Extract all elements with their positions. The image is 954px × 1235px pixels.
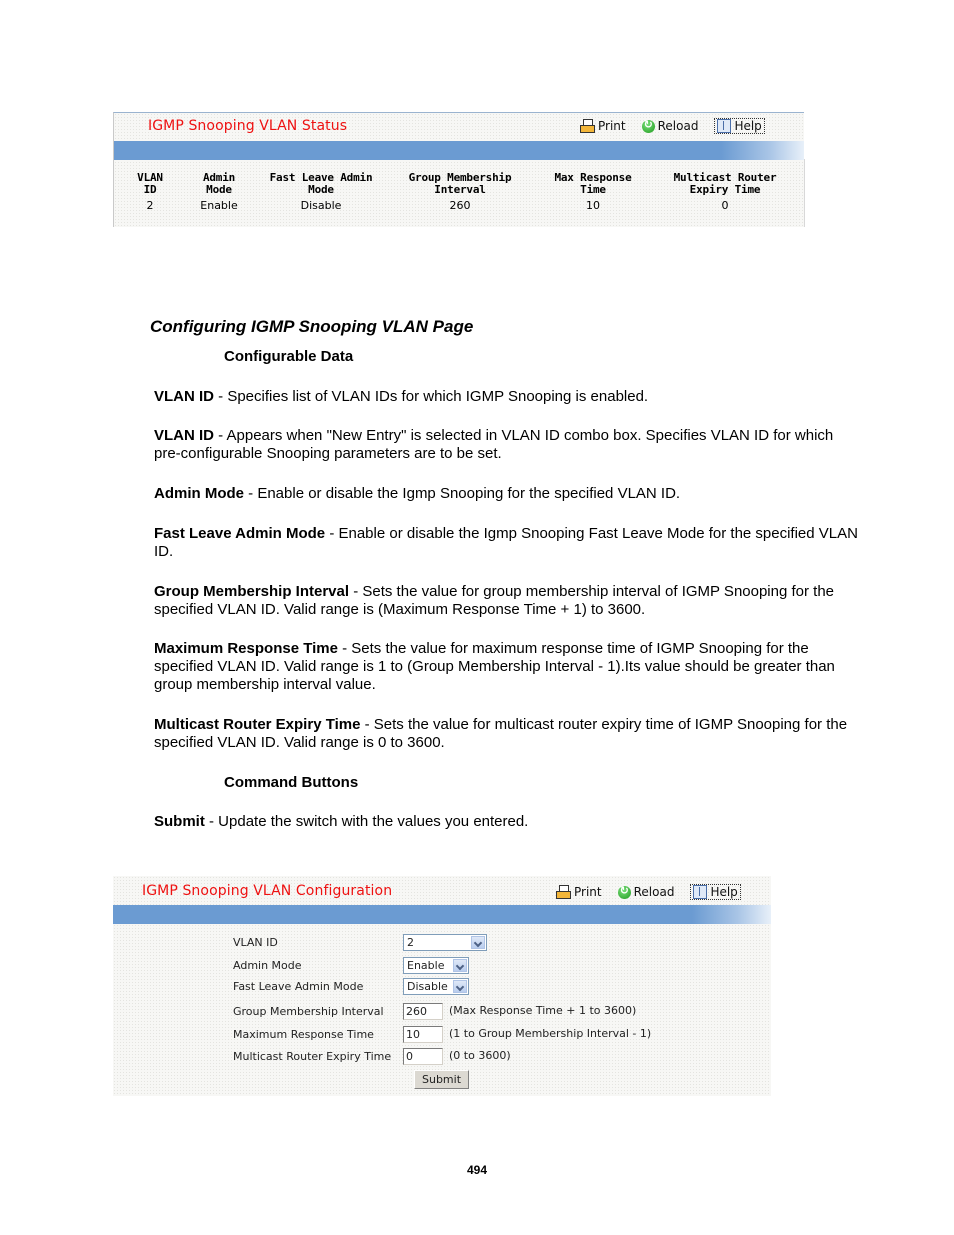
reload-label: Reload	[657, 119, 699, 133]
status-toolbar: Print Reload Help	[580, 118, 765, 134]
vlan-id-value: 2	[407, 936, 414, 949]
admin-mode-label: Admin Mode	[233, 959, 302, 972]
admin-mode-select[interactable]: Enable	[403, 957, 469, 974]
group-membership-label: Group Membership Interval	[233, 1005, 384, 1018]
max-response-control: 10 (1 to Group Membership Interval - 1)	[403, 1026, 651, 1043]
header-bar	[113, 905, 771, 924]
group-membership-hint: (Max Response Time + 1 to 3600)	[449, 1004, 637, 1017]
column-header: Group Membership Interval	[408, 171, 512, 196]
router-expiry-hint: (0 to 3600)	[449, 1049, 511, 1062]
max-response-input[interactable]: 10	[403, 1026, 443, 1043]
print-label: Print	[574, 885, 602, 899]
paragraph-admin-mode: Admin Mode - Enable or disable the Igmp …	[154, 485, 681, 502]
chevron-down-icon[interactable]	[453, 980, 467, 993]
max-response-label: Maximum Response Time	[233, 1028, 374, 1041]
help-book-icon	[693, 885, 708, 899]
status-column-vlan-id: VLAN ID 2	[120, 171, 180, 213]
page-number: 494	[466, 1163, 488, 1177]
help-button[interactable]: Help	[714, 118, 765, 134]
fast-leave-select[interactable]: Disable	[403, 978, 469, 995]
submit-button[interactable]: Submit	[414, 1070, 469, 1089]
panel-edge	[804, 159, 805, 227]
help-label: Help	[710, 885, 738, 899]
command-buttons-heading: Command Buttons	[224, 774, 359, 791]
status-column-admin-mode: Admin Mode Enable	[184, 171, 254, 213]
section-heading: Configuring IGMP Snooping VLAN Page	[150, 317, 474, 336]
vlan-id-row: VLAN ID 2	[233, 934, 487, 951]
admin-mode-row: Admin Mode Enable	[233, 957, 469, 974]
reload-icon	[641, 118, 655, 133]
print-button[interactable]: Print	[580, 119, 626, 133]
paragraph-group-membership: Group Membership Interval - Sets the val…	[154, 583, 835, 618]
config-toolbar: Print Reload Help	[556, 884, 741, 900]
column-header: Max Response Time	[554, 171, 632, 196]
chevron-down-icon[interactable]	[471, 936, 485, 949]
router-expiry-label: Multicast Router Expiry Time	[233, 1050, 392, 1063]
paragraph-router-expiry: Multicast Router Expiry Time - Sets the …	[154, 716, 848, 751]
printer-icon	[556, 885, 571, 899]
cell-value: Enable	[200, 199, 238, 212]
vlan-id-select[interactable]: 2	[403, 934, 487, 951]
column-header: VLAN ID	[137, 171, 163, 196]
reload-label: Reload	[633, 885, 675, 899]
status-column-max-response: Max Response Time 10	[538, 171, 648, 213]
group-membership-input[interactable]: 260	[403, 1003, 443, 1020]
header-bar	[114, 141, 804, 160]
configurable-data-heading: Configurable Data	[224, 348, 354, 365]
group-membership-control: 260 (Max Response Time + 1 to 3600)	[403, 1003, 636, 1020]
reload-icon	[617, 884, 631, 899]
status-column-fast-leave: Fast Leave Admin Mode Disable	[256, 171, 386, 213]
column-header: Fast Leave Admin Mode	[269, 171, 373, 196]
vlan-id-label: VLAN ID	[233, 936, 278, 949]
printer-icon	[580, 119, 595, 133]
fast-leave-label: Fast Leave Admin Mode	[233, 980, 364, 993]
cell-value: 260	[449, 199, 471, 212]
chevron-down-icon[interactable]	[453, 959, 467, 972]
reload-button[interactable]: Reload	[617, 884, 675, 899]
paragraph-vlan-id: VLAN ID - Specifies list of VLAN IDs for…	[154, 388, 649, 405]
cell-value: 0	[721, 199, 729, 212]
status-column-group-membership: Group Membership Interval 260	[394, 171, 526, 213]
router-expiry-control: 0 (0 to 3600)	[403, 1048, 511, 1065]
router-expiry-input[interactable]: 0	[403, 1048, 443, 1065]
print-button[interactable]: Print	[556, 885, 602, 899]
igmp-snooping-vlan-status-panel: IGMP Snooping VLAN Status Print Reload H…	[113, 112, 805, 227]
max-response-hint: (1 to Group Membership Interval - 1)	[449, 1027, 652, 1040]
paragraph-max-response: Maximum Response Time - Sets the value f…	[154, 640, 835, 693]
igmp-snooping-vlan-configuration-panel: IGMP Snooping VLAN Configuration Print R…	[113, 876, 771, 1096]
admin-mode-value: Enable	[407, 959, 445, 972]
fast-leave-value: Disable	[407, 980, 448, 993]
print-label: Print	[598, 119, 626, 133]
help-label: Help	[734, 119, 762, 133]
fast-leave-row: Fast Leave Admin Mode Disable	[233, 978, 469, 995]
reload-button[interactable]: Reload	[641, 118, 699, 133]
paragraph-submit: Submit - Update the switch with the valu…	[154, 813, 529, 830]
column-header: Multicast Router Expiry Time	[673, 171, 777, 196]
status-panel-title: IGMP Snooping VLAN Status	[148, 118, 348, 134]
column-header: Admin Mode	[202, 171, 236, 196]
config-panel-title: IGMP Snooping VLAN Configuration	[142, 883, 393, 899]
help-button[interactable]: Help	[690, 884, 741, 900]
cell-value: 10	[586, 199, 600, 212]
paragraph-vlan-id-new-entry: VLAN ID - Appears when "New Entry" is se…	[154, 427, 834, 462]
status-column-router-expiry: Multicast Router Expiry Time 0	[662, 171, 788, 213]
paragraph-fast-leave: Fast Leave Admin Mode - Enable or disabl…	[154, 525, 858, 560]
cell-value: Disable	[300, 199, 342, 212]
cell-value: 2	[146, 199, 154, 212]
help-book-icon	[717, 119, 732, 133]
